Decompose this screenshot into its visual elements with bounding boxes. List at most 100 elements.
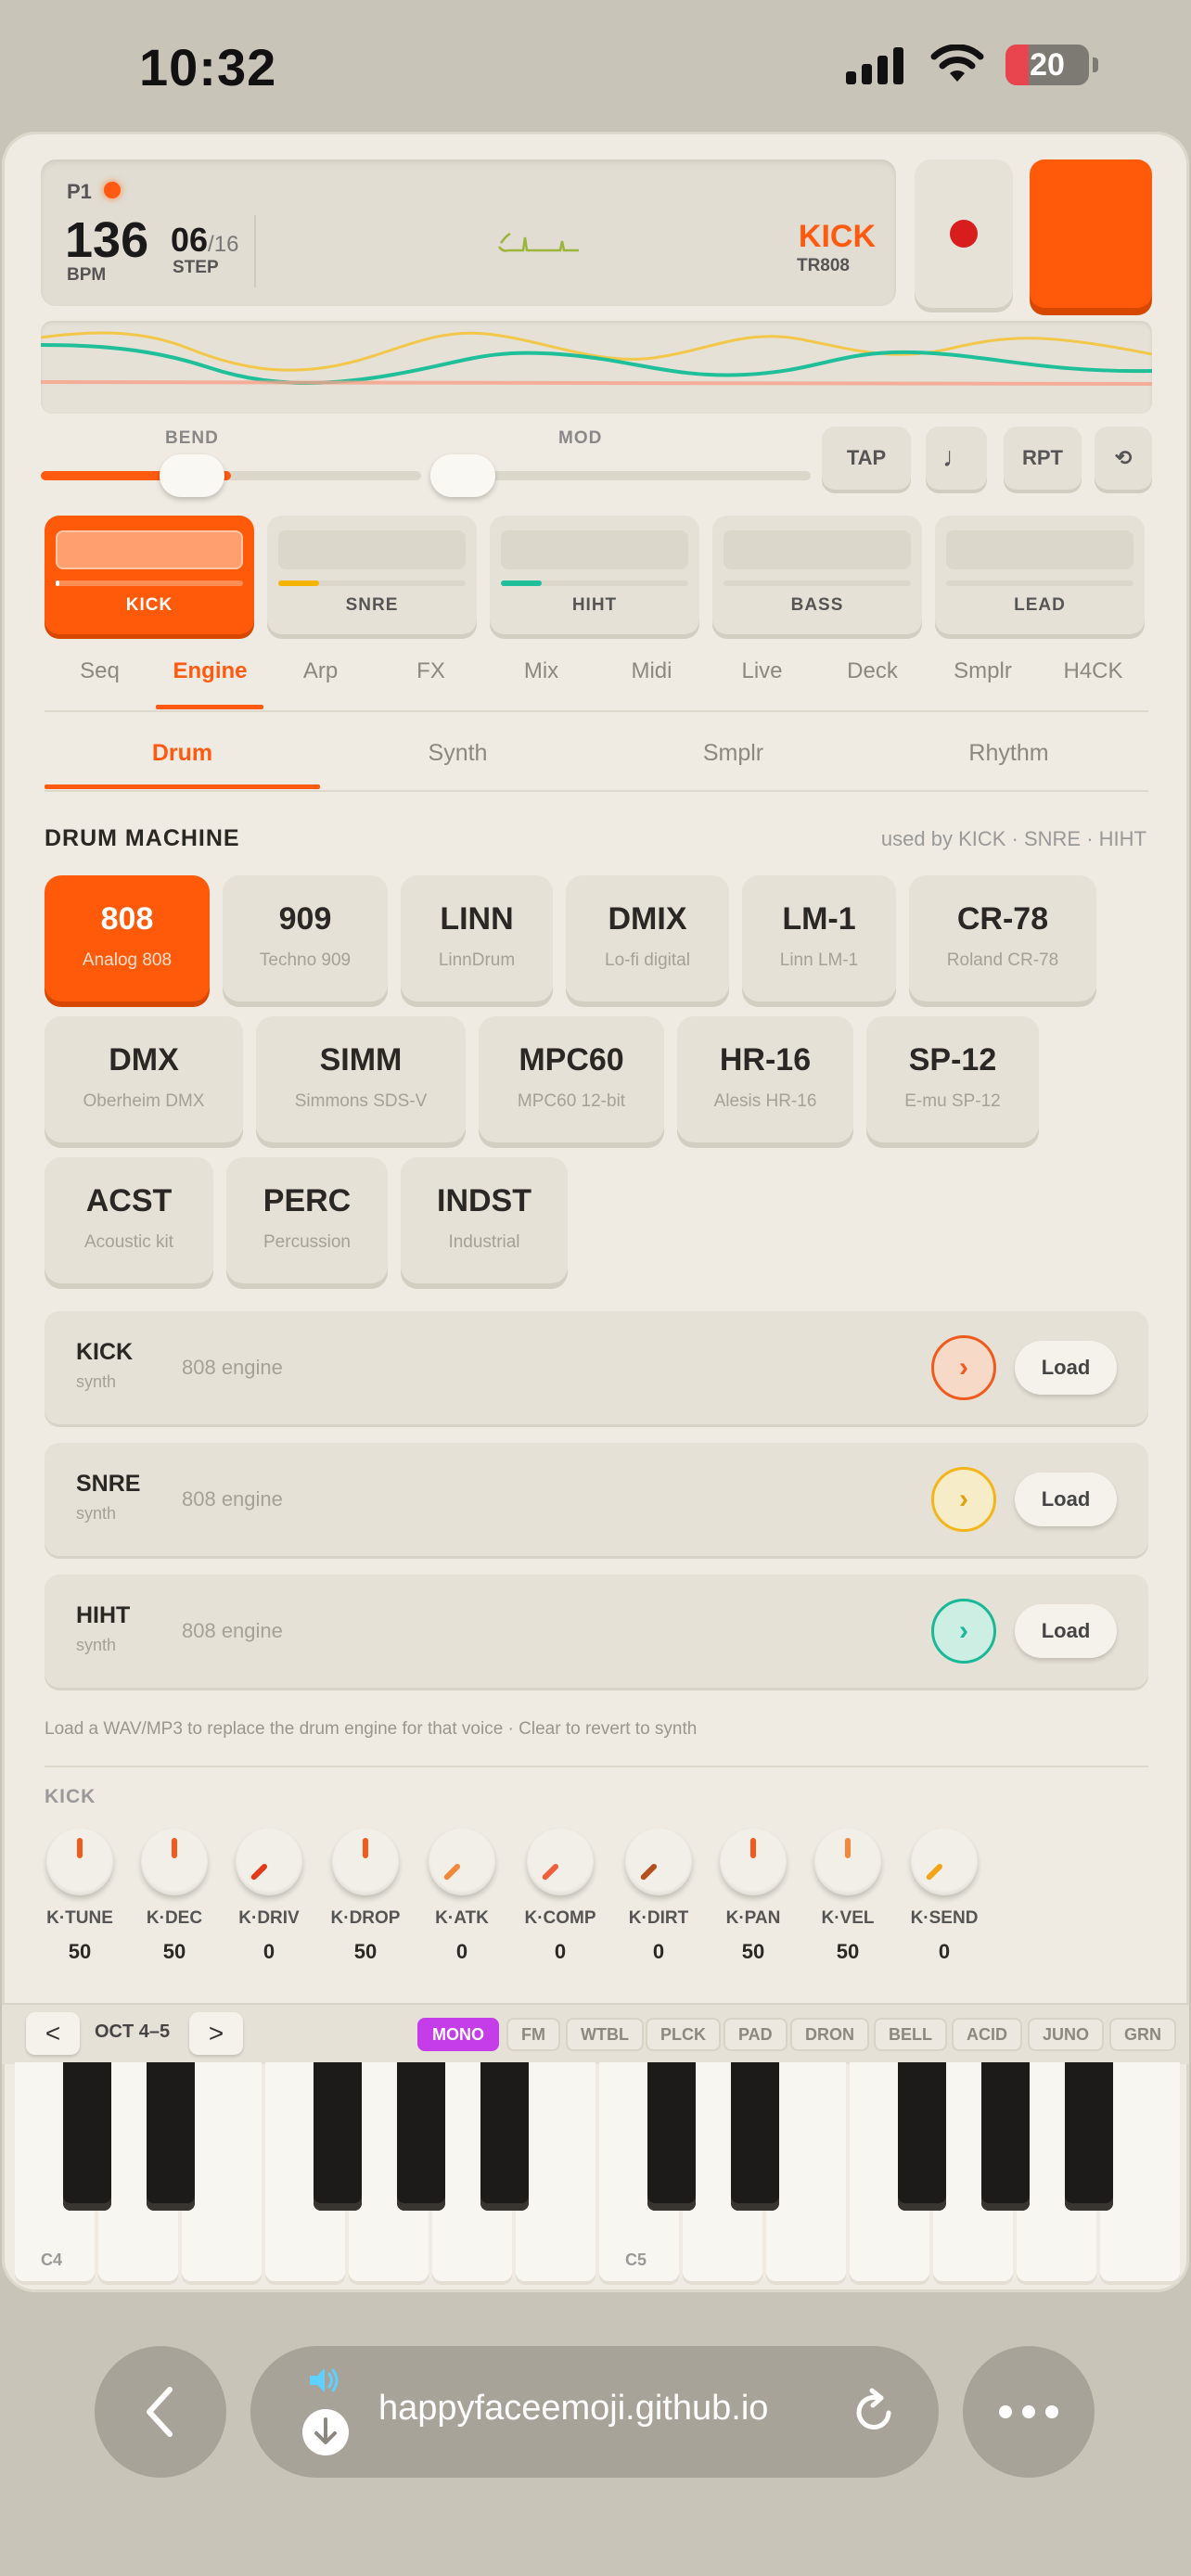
wifi-icon [930,45,984,82]
synth-mono[interactable]: MONO [417,2018,499,2051]
chevron-right-icon[interactable]: › [931,1335,996,1400]
bpm-value[interactable]: 136 [65,211,148,269]
voice-card-kick[interactable]: KICK [45,516,254,634]
black-key[interactable] [731,2062,779,2211]
engine-sp12[interactable]: SP-12 E-mu SP-12 [866,1016,1039,1142]
black-key[interactable] [147,2062,195,2211]
synth-fm[interactable]: FM [506,2018,560,2051]
synth-wtbl[interactable]: WTBL [566,2018,644,2051]
status-icons: 20 [844,45,1098,85]
load-button[interactable]: Load [1015,1341,1117,1395]
knob-k-tune[interactable]: K·TUNE 50 [45,1829,115,1964]
engine-hr16[interactable]: HR-16 Alesis HR-16 [677,1016,853,1142]
engine-mpc60[interactable]: MPC60 MPC60 12-bit [479,1016,664,1142]
black-key[interactable] [314,2062,362,2211]
tab-seq[interactable]: Seq [45,658,155,684]
tab-engine[interactable]: Engine [155,658,265,684]
synth-grn[interactable]: GRN [1109,2018,1176,2051]
chevron-right-icon[interactable]: › [931,1467,996,1532]
note-icon[interactable]: ♩ [926,427,987,490]
engine-acst[interactable]: ACST Acoustic kit [45,1157,213,1283]
browser-more-button[interactable] [963,2346,1095,2478]
record-button[interactable] [915,159,1013,308]
knob-k-dec[interactable]: K·DEC 50 [139,1829,210,1964]
knob-k-pan[interactable]: K·PAN 50 [718,1829,788,1964]
divider [45,1766,1148,1767]
sample-row-hiht: HIHT synth 808 engine › Load [45,1575,1148,1688]
octave-down-button[interactable]: < [26,2012,80,2055]
voice-card-hiht[interactable]: HIHT [490,516,699,634]
voice-card-lead[interactable]: LEAD [935,516,1145,634]
sample-row-snre: SNRE synth 808 engine › Load [45,1443,1148,1556]
load-button[interactable]: Load [1015,1604,1117,1658]
black-key[interactable] [647,2062,696,2211]
lcd-display: P1 136 BPM 06/16 STEP KICK TR808 [41,159,896,306]
engine-indst[interactable]: INDST Industrial [401,1157,568,1283]
browser-url-bar[interactable]: happyfaceemoji.github.io [250,2346,939,2478]
engine-simm[interactable]: SIMM Simmons SDS-V [256,1016,466,1142]
engine-dmx[interactable]: DMX Oberheim DMX [45,1016,243,1142]
bend-thumb[interactable] [160,454,224,497]
oscilloscope-waves [41,331,1152,386]
synth-plck[interactable]: PLCK [646,2018,721,2051]
active-subtab-indicator [45,784,320,789]
synth-juno[interactable]: JUNO [1028,2018,1105,2051]
play-button[interactable] [1030,159,1152,308]
load-button[interactable]: Load [1015,1473,1117,1526]
url-text: happyfaceemoji.github.io [378,2389,769,2428]
loop-icon[interactable]: ⟲ [1095,427,1152,490]
knob-k-comp[interactable]: K·COMP 0 [524,1829,596,1964]
main-tabs: Seq Engine Arp FX Mix Midi Live Deck Smp… [45,658,1148,712]
hint-text: Load a WAV/MP3 to replace the drum engin… [45,1719,698,1739]
black-key[interactable] [63,2062,111,2211]
engine-808[interactable]: 808 Analog 808 [45,875,210,1001]
knob-k-send[interactable]: K·SEND 0 [909,1829,980,1964]
keyboard-toolbar: < OCT 4–5 > MONO FM WTBL PLCK PAD DRON B… [2,2003,1189,2064]
chevron-right-icon[interactable]: › [931,1599,996,1664]
synth-pad[interactable]: PAD [724,2018,788,2051]
engine-dmix[interactable]: DMIX Lo-fi digital [566,875,729,1001]
tab-smplr[interactable]: Smplr [928,658,1038,684]
black-key[interactable] [981,2062,1030,2211]
octave-up-button[interactable]: > [189,2012,243,2055]
knob-k-dirt[interactable]: K·DIRT 0 [623,1829,694,1964]
mod-thumb[interactable] [430,454,495,497]
engine-linn[interactable]: LINN LinnDrum [401,875,553,1001]
browser-back-button[interactable] [95,2346,226,2478]
voice-card-snre[interactable]: SNRE [267,516,477,634]
knob-k-drop[interactable]: K·DROP 50 [330,1829,401,1964]
knob-k-driv[interactable]: K·DRIV 0 [234,1829,304,1964]
synth-acid[interactable]: ACID [952,2018,1022,2051]
tab-h4ck[interactable]: H4CK [1038,658,1148,684]
tab-live[interactable]: Live [707,658,817,684]
knob-k-vel[interactable]: K·VEL 50 [813,1829,883,1964]
download-icon[interactable] [301,2407,351,2457]
more-dots-icon [999,2405,1058,2418]
engine-cr78[interactable]: CR-78 Roland CR-78 [909,875,1096,1001]
tab-deck[interactable]: Deck [817,658,928,684]
subtab-rhythm[interactable]: Rhythm [871,740,1146,767]
synth-bell[interactable]: BELL [874,2018,947,2051]
synth-dron[interactable]: DRON [790,2018,869,2051]
tab-fx[interactable]: FX [376,658,486,684]
knob-k-atk[interactable]: K·ATK 0 [427,1829,497,1964]
black-key[interactable] [397,2062,445,2211]
engine-lm1[interactable]: LM-1 Linn LM-1 [742,875,896,1001]
black-key[interactable] [480,2062,529,2211]
repeat-button[interactable]: RPT [1004,427,1082,490]
engine-perc[interactable]: PERC Percussion [226,1157,388,1283]
tab-arp[interactable]: Arp [265,658,376,684]
tap-button[interactable]: TAP [822,427,911,490]
tab-midi[interactable]: Midi [596,658,707,684]
sample-voice-type: synth [76,1504,117,1523]
reload-icon[interactable] [850,2387,900,2437]
tab-mix[interactable]: Mix [486,658,596,684]
engine-909[interactable]: 909 Techno 909 [223,875,388,1001]
bend-slider[interactable] [41,471,421,480]
subtab-drum[interactable]: Drum [45,740,320,767]
black-key[interactable] [898,2062,946,2211]
black-key[interactable] [1065,2062,1113,2211]
subtab-smplr[interactable]: Smplr [596,740,871,767]
subtab-synth[interactable]: Synth [320,740,596,767]
voice-card-bass[interactable]: BASS [712,516,922,634]
